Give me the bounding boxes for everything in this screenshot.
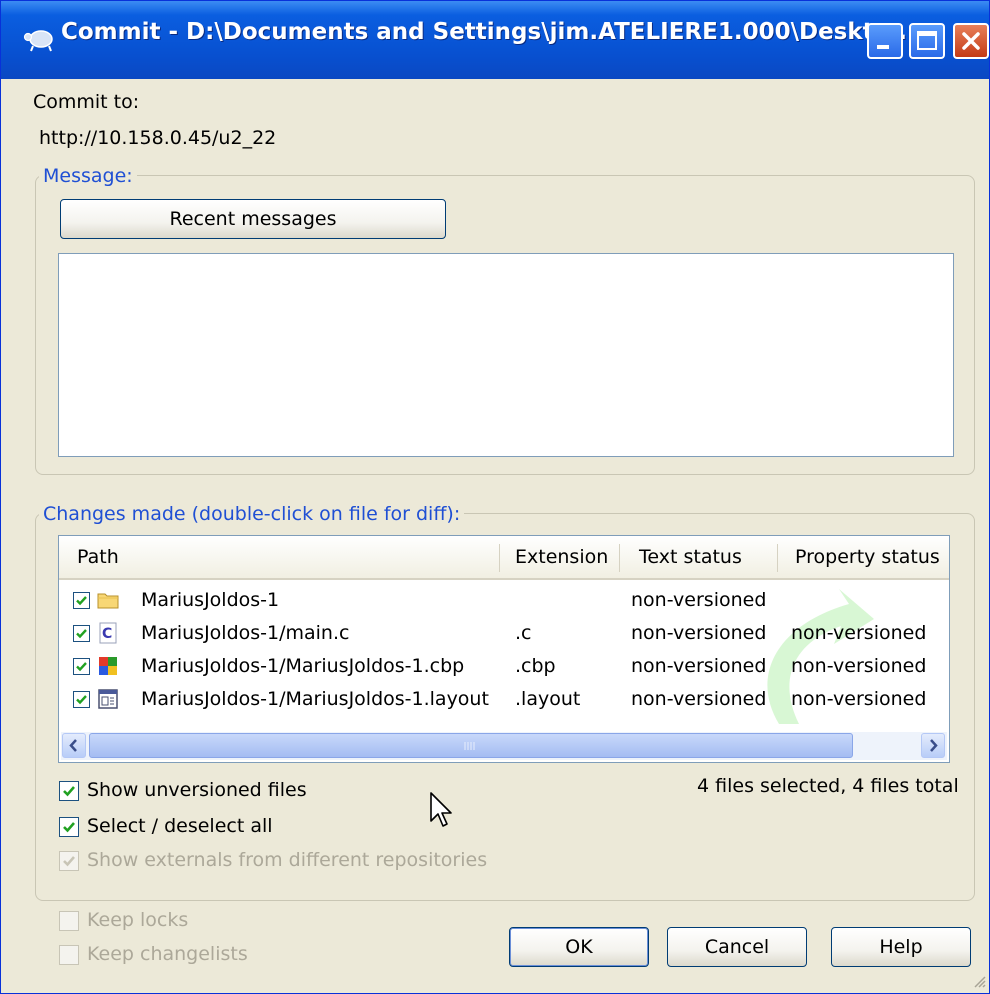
check-mark-icon bbox=[63, 822, 75, 833]
row-checkbox[interactable] bbox=[73, 691, 90, 708]
commit-to-label: Commit to: bbox=[33, 91, 140, 113]
mouse-cursor-icon bbox=[430, 792, 452, 827]
row-checkbox[interactable] bbox=[73, 592, 90, 609]
row-text-status: non-versioned bbox=[631, 655, 767, 677]
table-row[interactable]: C MariusJoldos-1/main.c .c non-versioned… bbox=[59, 617, 949, 650]
table-row[interactable]: MariusJoldos-1/MariusJoldos-1.cbp .cbp n… bbox=[59, 650, 949, 683]
select-all-checkbox[interactable] bbox=[59, 817, 79, 837]
minimize-icon bbox=[877, 45, 889, 49]
c-source-file-icon: C bbox=[99, 622, 117, 644]
row-property-status: non-versioned bbox=[791, 622, 927, 644]
chevron-right-icon bbox=[930, 739, 938, 752]
maximize-icon bbox=[917, 31, 937, 50]
grip-icon bbox=[464, 742, 475, 750]
column-header-property-status[interactable]: Property status bbox=[795, 546, 940, 568]
row-property-status: non-versioned bbox=[791, 655, 927, 677]
maximize-button[interactable] bbox=[909, 23, 945, 59]
show-unversioned-checkbox[interactable] bbox=[59, 781, 79, 801]
check-mark-icon bbox=[76, 662, 87, 672]
tortoise-app-icon bbox=[23, 30, 53, 52]
recent-messages-button[interactable]: Recent messages bbox=[60, 199, 446, 239]
minimize-button[interactable] bbox=[867, 23, 903, 59]
svg-text:C: C bbox=[102, 626, 112, 642]
row-path: MariusJoldos-1/MariusJoldos-1.layout bbox=[141, 688, 489, 710]
row-path: MariusJoldos-1/MariusJoldos-1.cbp bbox=[141, 655, 465, 677]
layout-file-icon bbox=[98, 689, 118, 709]
row-text-status: non-versioned bbox=[631, 622, 767, 644]
row-extension: .c bbox=[515, 622, 532, 644]
scroll-left-button[interactable] bbox=[62, 733, 86, 758]
folder-icon bbox=[97, 593, 119, 609]
commit-message-input[interactable] bbox=[58, 253, 954, 457]
row-checkbox[interactable] bbox=[73, 658, 90, 675]
select-all-label[interactable]: Select / deselect all bbox=[87, 815, 273, 837]
ok-button[interactable]: OK bbox=[509, 927, 649, 967]
list-header: Path Extension Text status Property stat… bbox=[59, 536, 949, 580]
column-divider[interactable] bbox=[499, 544, 500, 572]
repository-url: http://10.158.0.45/u2_22 bbox=[39, 127, 277, 149]
help-button[interactable]: Help bbox=[831, 927, 971, 967]
horizontal-scrollbar[interactable] bbox=[61, 732, 947, 760]
scrollbar-thumb[interactable] bbox=[89, 733, 853, 758]
row-extension: .cbp bbox=[515, 655, 556, 677]
changes-group-label: Changes made (double-click on file for d… bbox=[39, 503, 465, 525]
show-externals-checkbox bbox=[59, 851, 79, 871]
row-path: MariusJoldos-1 bbox=[141, 589, 280, 611]
row-checkbox[interactable] bbox=[73, 625, 90, 642]
changes-list[interactable]: Path Extension Text status Property stat… bbox=[58, 535, 950, 763]
row-path: MariusJoldos-1/main.c bbox=[141, 622, 350, 644]
column-header-text-status[interactable]: Text status bbox=[639, 546, 742, 568]
resize-grip-icon[interactable] bbox=[971, 973, 987, 989]
row-extension: .layout bbox=[515, 688, 581, 710]
message-group-label: Message: bbox=[39, 165, 137, 187]
table-row[interactable]: MariusJoldos-1/MariusJoldos-1.layout .la… bbox=[59, 683, 949, 716]
check-mark-icon bbox=[63, 856, 75, 867]
show-externals-label: Show externals from different repositori… bbox=[87, 849, 488, 871]
row-text-status: non-versioned bbox=[631, 589, 767, 611]
commit-dialog: Commit - D:\Documents and Settings\jim.A… bbox=[0, 0, 990, 994]
column-divider[interactable] bbox=[619, 544, 620, 572]
check-mark-icon bbox=[63, 786, 75, 797]
scroll-right-button[interactable] bbox=[921, 733, 945, 758]
show-unversioned-label[interactable]: Show unversioned files bbox=[87, 779, 307, 801]
keep-changelists-label: Keep changelists bbox=[87, 943, 248, 965]
close-button[interactable] bbox=[953, 23, 989, 59]
selection-summary: 4 files selected, 4 files total bbox=[697, 775, 959, 797]
check-mark-icon bbox=[76, 695, 87, 705]
check-mark-icon bbox=[76, 629, 87, 639]
title-bar[interactable]: Commit - D:\Documents and Settings\jim.A… bbox=[1, 1, 989, 79]
keep-changelists-checkbox bbox=[59, 945, 79, 965]
codeblocks-project-icon bbox=[99, 657, 117, 675]
column-header-extension[interactable]: Extension bbox=[515, 546, 608, 568]
row-property-status: non-versioned bbox=[791, 688, 927, 710]
column-header-path[interactable]: Path bbox=[77, 546, 119, 568]
cancel-button[interactable]: Cancel bbox=[667, 927, 807, 967]
chevron-left-icon bbox=[69, 739, 77, 752]
keep-locks-checkbox bbox=[59, 911, 79, 931]
close-icon bbox=[962, 32, 980, 50]
window-title: Commit - D:\Documents and Settings\jim.A… bbox=[61, 19, 916, 45]
column-divider[interactable] bbox=[777, 544, 778, 572]
keep-locks-label: Keep locks bbox=[87, 909, 189, 931]
row-text-status: non-versioned bbox=[631, 688, 767, 710]
check-mark-icon bbox=[76, 596, 87, 606]
table-row[interactable]: MariusJoldos-1 non-versioned bbox=[59, 584, 949, 617]
